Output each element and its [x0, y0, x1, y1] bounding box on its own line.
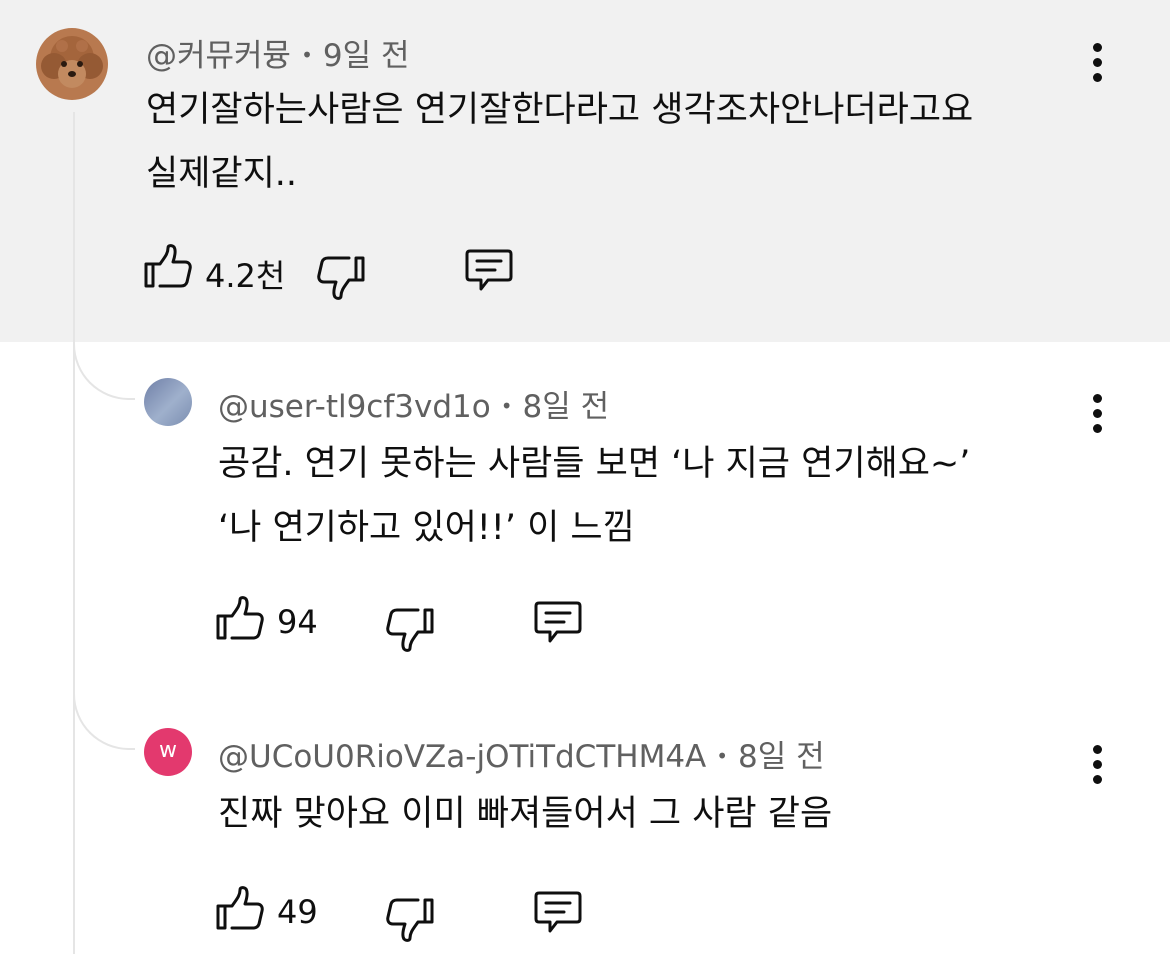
comment-line: ‘나 연기하고 있어!!’ 이 느낌 [218, 508, 635, 548]
like-count: 4.2천 [205, 257, 286, 295]
comment-header: @user-tl9cf3vd1o • 8일 전 [218, 381, 609, 426]
comment-line: 공감. 연기 못하는 사람들 보면 ‘나 지금 연기해요~’ [218, 444, 971, 484]
comment-line: 진짜 맞아요 이미 빠져들어서 그 사람 같음 [218, 794, 833, 834]
more-vert-icon[interactable] [1083, 392, 1113, 436]
timestamp[interactable]: 8일 전 [738, 739, 825, 775]
more-vert-icon[interactable] [1083, 743, 1113, 787]
timestamp[interactable]: 9일 전 [323, 38, 410, 74]
reply-comment-icon[interactable] [533, 598, 583, 648]
thumbs-down-icon[interactable] [316, 250, 366, 300]
thumbs-up-icon[interactable] [143, 244, 193, 294]
reply-connector [73, 340, 135, 400]
separator: • [301, 42, 313, 67]
like-count: 94 [277, 603, 318, 641]
avatar[interactable] [144, 378, 192, 426]
author-handle[interactable]: @user-tl9cf3vd1o [218, 389, 491, 425]
comment-header: @UCoU0RioVZa-jOTiTdCTHM4A • 8일 전 [218, 731, 825, 776]
more-vert-icon[interactable] [1083, 41, 1113, 85]
thumbs-down-icon[interactable] [385, 602, 435, 652]
avatar[interactable]: w [144, 728, 192, 776]
avatar-letter: w [159, 738, 177, 763]
author-handle[interactable]: @커뮤커뮹 [146, 38, 291, 74]
thumbs-up-icon[interactable] [215, 886, 265, 936]
avatar[interactable] [36, 28, 108, 100]
like-count: 49 [277, 893, 318, 931]
comment-text: 연기잘하는사람은 연기잘한다라고 생각조차안나더라고요 실제같지.. [146, 78, 973, 206]
separator: • [716, 743, 729, 768]
reply-comment-icon[interactable] [533, 888, 583, 938]
comment-line: 실제같지.. [146, 154, 298, 194]
comment-header: @커뮤커뮹 • 9일 전 [146, 30, 410, 75]
author-handle[interactable]: @UCoU0RioVZa-jOTiTdCTHM4A [218, 739, 706, 775]
comment-text: 진짜 맞아요 이미 빠져들어서 그 사람 같음 [218, 782, 832, 846]
thread-line [73, 112, 75, 954]
reply-connector [73, 690, 135, 750]
poodle-avatar-icon [36, 28, 108, 100]
timestamp[interactable]: 8일 전 [523, 389, 610, 425]
comment-text: 공감. 연기 못하는 사람들 보면 ‘나 지금 연기해요~’ ‘나 연기하고 있… [218, 432, 970, 560]
thumbs-up-icon[interactable] [215, 596, 265, 646]
separator: • [500, 393, 513, 418]
comment-line: 연기잘하는사람은 연기잘한다라고 생각조차안나더라고요 [146, 90, 974, 130]
thumbs-down-icon[interactable] [385, 892, 435, 942]
reply-comment-icon[interactable] [464, 246, 514, 296]
